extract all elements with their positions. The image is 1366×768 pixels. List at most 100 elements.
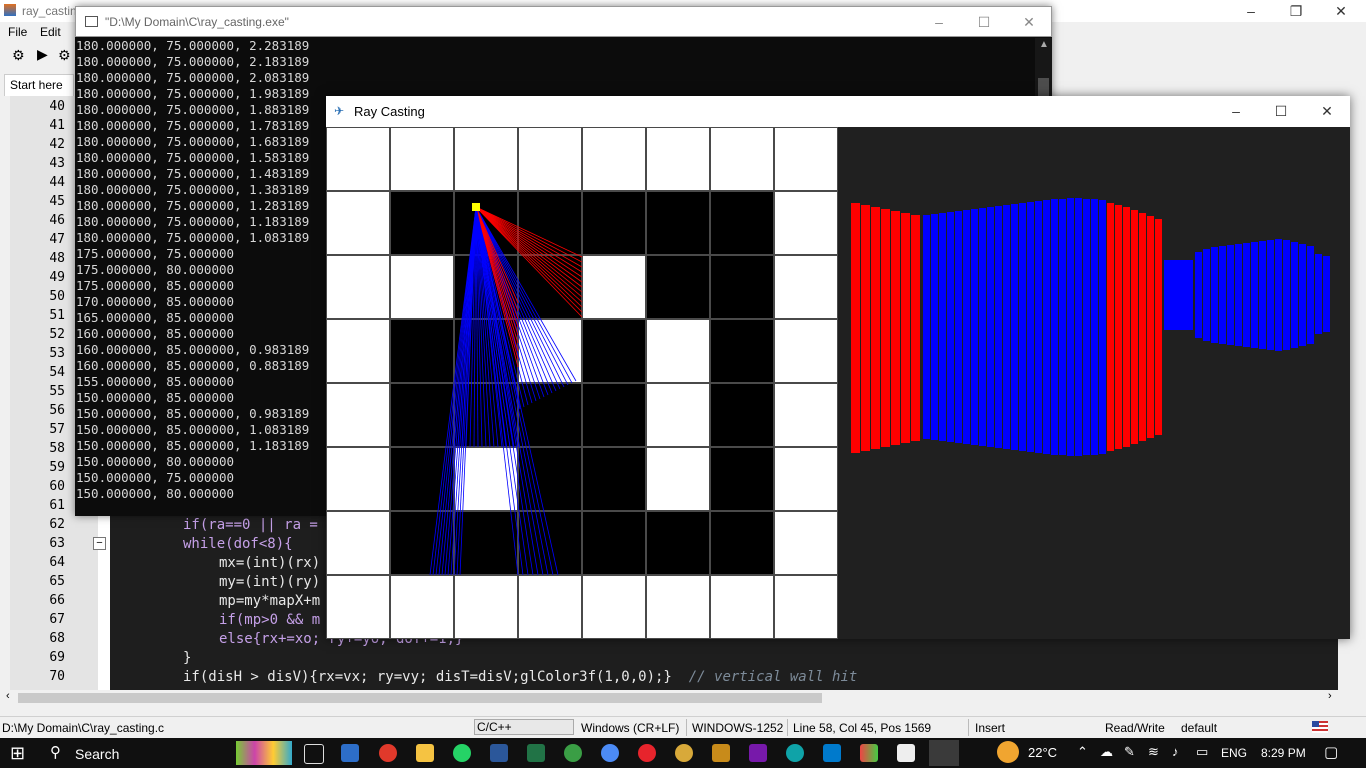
map-wall-cell [391, 576, 453, 638]
map-floor-cell [519, 384, 581, 446]
line-number: 47 [49, 232, 65, 247]
code-line-63: while(dof<8){ [183, 536, 293, 552]
console-close-button[interactable]: ✕ [1006, 11, 1052, 33]
chrome-icon[interactable] [379, 744, 397, 762]
ide-minimize-button[interactable]: – [1228, 0, 1274, 22]
status-encoding: WINDOWS-1252 [692, 721, 784, 735]
scroll-left-icon[interactable]: ‹ [6, 690, 10, 702]
wall-column [1075, 198, 1082, 456]
gear-icon[interactable]: ⚙ [12, 47, 25, 64]
status-bar: D:\My Domain\C\ray_casting.c C/C++ Windo… [0, 716, 1366, 739]
explorer-icon[interactable] [416, 744, 434, 762]
pen-icon[interactable]: ✎ [1124, 744, 1135, 760]
map-wall-cell [647, 320, 709, 382]
status-path: D:\My Domain\C\ray_casting.c [2, 721, 165, 735]
weather-icon [997, 741, 1019, 763]
ide-close-button[interactable]: ✕ [1318, 0, 1364, 22]
map-floor-cell [711, 192, 773, 254]
wall-column [1164, 260, 1193, 330]
windows-start-icon[interactable]: ⊞ [10, 743, 25, 764]
notifications-icon[interactable]: ▢ [1324, 743, 1338, 761]
codeblocks-app-icon [4, 4, 16, 16]
onenote-icon[interactable] [749, 744, 767, 762]
menu-edit[interactable]: Edit [40, 25, 61, 39]
taskbar-search[interactable]: Search [75, 746, 119, 762]
console-line: 180.000000, 75.000000, 1.183189 [76, 214, 310, 229]
search-icon[interactable]: ⚲ [50, 743, 61, 761]
store-icon[interactable] [341, 744, 359, 762]
wall-column [1299, 244, 1306, 346]
battery-icon[interactable]: ▭ [1196, 744, 1208, 760]
console-minimize-button[interactable]: – [916, 11, 962, 33]
console-line: 180.000000, 75.000000, 1.283189 [76, 198, 310, 213]
chevron-up-icon[interactable]: ⌃ [1077, 744, 1088, 760]
edge-icon[interactable] [786, 744, 804, 762]
wall-column [1011, 204, 1018, 450]
code-line-65: my=(int)(ry) [219, 574, 320, 590]
build-run-icon[interactable]: ⚙ [58, 47, 71, 64]
code-line-69: } [183, 650, 191, 666]
network-off-icon[interactable]: ☁ [1100, 744, 1113, 760]
language-indicator[interactable]: ENG [1221, 746, 1247, 760]
wall-column [861, 205, 870, 451]
chrome-profile-3-icon[interactable] [675, 744, 693, 762]
sublime-icon[interactable] [712, 744, 730, 762]
wifi-icon[interactable]: ≋ [1148, 744, 1159, 760]
map-floor-cell [711, 320, 773, 382]
raycast-canvas[interactable] [326, 127, 1350, 639]
scrollbar-thumb[interactable] [18, 693, 822, 703]
raycast-maximize-button[interactable]: ☐ [1258, 100, 1304, 122]
console-line: 150.000000, 80.000000 [76, 486, 235, 501]
tab-start-here[interactable]: Start here [4, 74, 74, 96]
menu-file[interactable]: File [8, 25, 27, 39]
scroll-right-icon[interactable]: › [1328, 690, 1332, 702]
line-number: 55 [49, 384, 65, 399]
excel-icon[interactable] [527, 744, 545, 762]
weather-temp[interactable]: 22°C [1028, 745, 1057, 760]
codeblocks-icon[interactable] [860, 744, 878, 762]
raycast-minimize-button[interactable]: – [1213, 100, 1259, 122]
map-floor-cell [711, 512, 773, 574]
line-number: 50 [49, 289, 65, 304]
volume-icon[interactable]: ♪ [1172, 744, 1179, 759]
wall-column [963, 210, 970, 444]
fold-icon[interactable]: − [93, 537, 106, 550]
raycast-close-button[interactable]: ✕ [1304, 100, 1350, 122]
line-number: 64 [49, 555, 65, 570]
console-maximize-button[interactable]: ☐ [961, 11, 1007, 33]
map-wall-cell [327, 128, 389, 190]
line-number: 62 [49, 517, 65, 532]
console-line: 180.000000, 75.000000, 2.083189 [76, 70, 310, 85]
chrome-profile-2-icon[interactable] [601, 744, 619, 762]
map-floor-cell [711, 384, 773, 446]
clock[interactable]: 8:29 PM [1261, 746, 1306, 760]
map-wall-cell [647, 576, 709, 638]
map-floor-cell [583, 320, 645, 382]
console-taskbar-icon[interactable] [897, 744, 915, 762]
console-line: 165.000000, 85.000000 [76, 310, 235, 325]
status-language[interactable]: C/C++ [474, 719, 574, 735]
chrome-profile-icon[interactable] [564, 744, 582, 762]
separator [686, 719, 687, 736]
opera-icon[interactable] [638, 744, 656, 762]
map-floor-cell [519, 192, 581, 254]
vscode-icon[interactable] [823, 744, 841, 762]
word-icon[interactable] [490, 744, 508, 762]
wall-column [1323, 256, 1330, 332]
console-line: 180.000000, 75.000000, 1.583189 [76, 150, 310, 165]
task-view-icon[interactable] [304, 744, 324, 764]
wall-column [891, 211, 900, 445]
raycast-taskbar-icon[interactable] [929, 740, 959, 766]
code-text: mp=my*mapX+m [219, 593, 321, 609]
wall-column [1251, 242, 1258, 348]
map-wall-cell [391, 128, 453, 190]
whatsapp-icon[interactable] [453, 744, 471, 762]
run-icon[interactable]: ▶ [37, 46, 48, 63]
wall-column [1243, 243, 1250, 347]
map-wall-cell [455, 576, 517, 638]
console-scrollbar-thumb[interactable] [1038, 78, 1049, 96]
scroll-up-icon[interactable]: ▲ [1039, 39, 1049, 50]
console-line: 150.000000, 85.000000 [76, 390, 235, 405]
ide-restore-button[interactable]: ❐ [1273, 0, 1319, 22]
console-line: 180.000000, 75.000000, 1.083189 [76, 230, 310, 245]
